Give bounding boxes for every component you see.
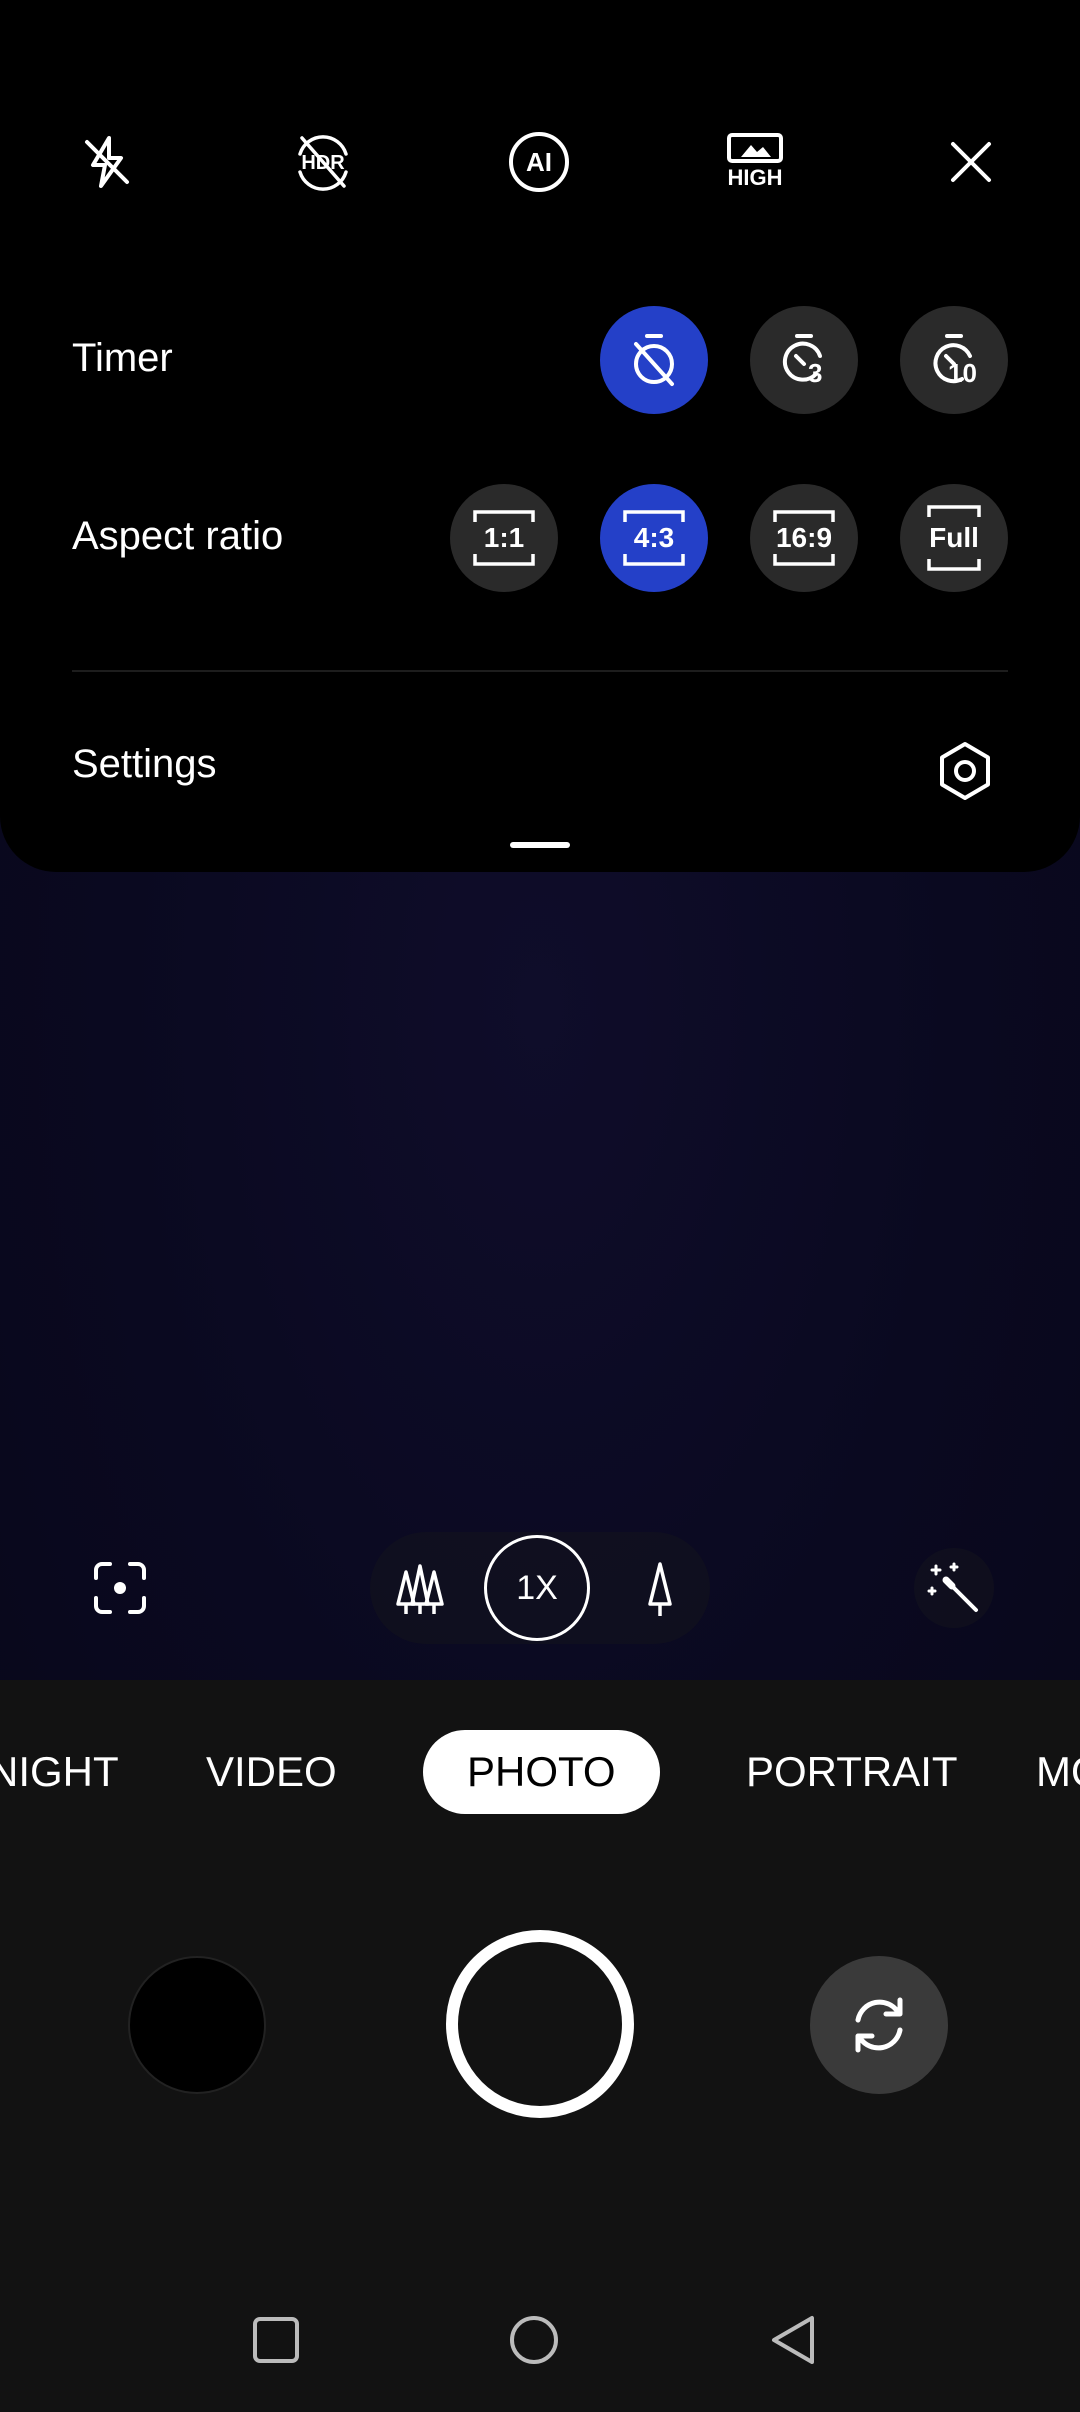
timer-3-button[interactable]: 3 (750, 306, 858, 414)
telephoto-tree-icon[interactable] (628, 1556, 692, 1620)
mode-video[interactable]: VIDEO (206, 1730, 337, 1814)
aspect-4-3-label: 4:3 (633, 522, 675, 553)
back-icon[interactable] (754, 2300, 834, 2380)
timer-off-button[interactable] (600, 306, 708, 414)
aspect-1-1-button[interactable]: 1:1 (450, 484, 558, 592)
aspect-4-3-button[interactable]: 4:3 (600, 484, 708, 592)
home-icon[interactable] (494, 2300, 574, 2380)
timer-3-icon (782, 334, 822, 382)
settings-hexagon-icon[interactable] (930, 736, 1000, 806)
timer-10-button[interactable]: 10 (900, 306, 1008, 414)
timer-label: Timer (72, 336, 173, 380)
wide-angle-trees-icon[interactable] (388, 1556, 452, 1620)
close-icon[interactable] (929, 120, 1013, 204)
panel-drag-handle[interactable] (510, 842, 570, 848)
switch-camera-button[interactable] (810, 1956, 948, 2094)
image-icon (727, 133, 783, 163)
quick-settings-panel: HDR AI HIGH Timer 3 10 Aspect ratio 1:1 … (0, 0, 1080, 872)
aspect-16-9-button[interactable]: 16:9 (750, 484, 858, 592)
picture-quality-button[interactable]: HIGH (713, 120, 797, 204)
aspect-16-9-label: 16:9 (775, 522, 833, 553)
ai-scene-button[interactable]: AI (497, 120, 581, 204)
settings-label[interactable]: Settings (72, 742, 217, 787)
aspect-1-1-label: 1:1 (483, 522, 525, 553)
mode-photo[interactable]: PHOTO (423, 1730, 660, 1814)
aspect-full-button[interactable]: Full (900, 484, 1008, 592)
mode-more[interactable]: MO (1036, 1730, 1080, 1814)
aspect-ratio-label: Aspect ratio (72, 514, 284, 558)
timer-10-label: 10 (948, 358, 977, 388)
flash-off-icon[interactable] (65, 120, 149, 204)
focus-scan-icon[interactable] (82, 1550, 158, 1626)
system-nav-bar (0, 2300, 1080, 2412)
timer-off-icon (634, 334, 674, 386)
magic-wand-icon[interactable] (914, 1548, 994, 1628)
aspect-full-label: Full (929, 522, 979, 553)
timer-3-label: 3 (808, 358, 823, 388)
gallery-thumbnail[interactable] (128, 1956, 266, 2094)
shutter-button[interactable] (446, 1930, 634, 2118)
panel-divider (72, 670, 1008, 672)
mode-night[interactable]: NIGHT (0, 1730, 119, 1814)
mode-portrait[interactable]: PORTRAIT (746, 1730, 958, 1814)
hdr-off-icon[interactable]: HDR (281, 120, 365, 204)
ai-label: AI (526, 146, 552, 177)
zoom-1x-button[interactable]: 1X (484, 1535, 590, 1641)
recent-apps-icon[interactable] (236, 2300, 316, 2380)
quick-toggle-row: HDR AI HIGH (0, 120, 1080, 204)
switch-camera-icon (855, 1997, 903, 2053)
quality-label: HIGH (727, 165, 783, 190)
zoom-level: 1X (516, 1568, 558, 1607)
